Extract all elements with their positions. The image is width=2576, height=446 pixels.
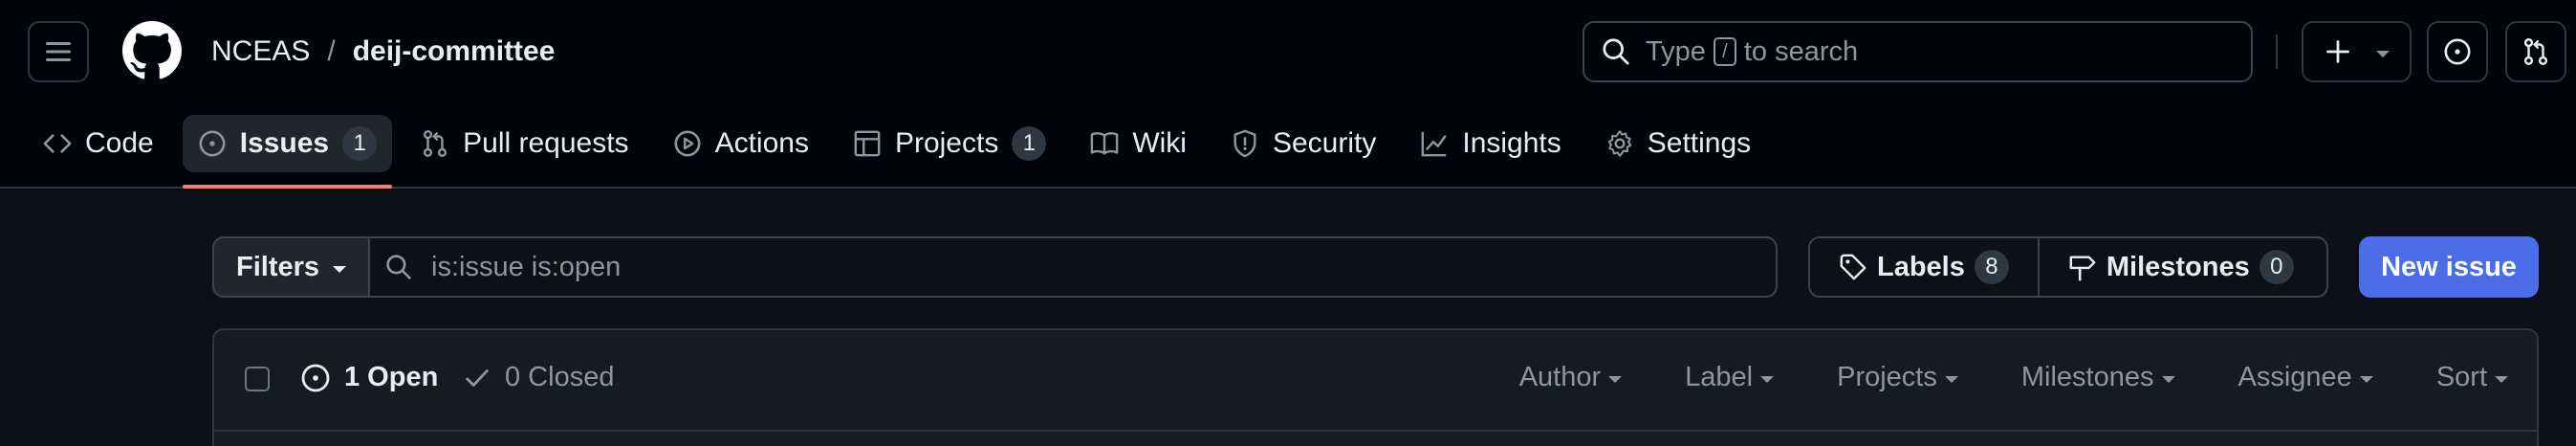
chevron-down-icon: [2161, 376, 2175, 383]
closed-count-label: 0 Closed: [505, 362, 615, 392]
search-icon: [1603, 38, 1629, 65]
tab-label: Pull requests: [463, 127, 629, 159]
search-shortcut-key: /: [1713, 37, 1736, 66]
new-issue-button[interactable]: New issue: [2359, 236, 2539, 298]
label-filter-label: Label: [1685, 362, 1754, 392]
issue-filter-input[interactable]: [431, 251, 1674, 283]
tab-issues[interactable]: Issues 1: [182, 115, 393, 189]
sort-dropdown[interactable]: Sort: [2436, 362, 2508, 393]
chevron-down-icon: [333, 265, 347, 273]
closed-issues-toggle[interactable]: 0 Closed: [463, 362, 614, 393]
issues-list-header: 1 Open 0 Closed Author Label Projects Mi…: [214, 330, 2537, 432]
tab-insights[interactable]: Insights: [1405, 115, 1576, 172]
chevron-down-icon: [1944, 376, 1958, 383]
issue-opened-icon: [301, 364, 330, 391]
hamburger-icon: [46, 42, 71, 61]
label-filter[interactable]: Label: [1685, 362, 1775, 393]
assignee-filter-label: Assignee: [2238, 362, 2352, 392]
check-icon: [466, 368, 489, 387]
chevron-down-icon: [2359, 376, 2373, 383]
git-pull-request-icon: [2523, 38, 2548, 65]
chevron-down-icon: [1760, 376, 1775, 383]
tag-icon: [1840, 254, 1867, 280]
assignee-filter[interactable]: Assignee: [2238, 362, 2373, 393]
tab-counter: 1: [342, 126, 378, 161]
graph-icon: [1421, 131, 1447, 157]
issues-list: 1 Open 0 Closed Author Label Projects Mi…: [212, 328, 2539, 446]
chevron-down-icon: [2495, 376, 2508, 383]
select-all-checkbox[interactable]: [245, 367, 270, 391]
author-filter[interactable]: Author: [1518, 362, 1623, 393]
tab-code[interactable]: Code: [28, 115, 169, 172]
git-pull-request-icon: [424, 130, 448, 157]
header-divider: [2276, 34, 2278, 69]
shield-icon: [1233, 129, 1256, 158]
create-new-button[interactable]: [2302, 21, 2412, 82]
milestone-icon: [2069, 256, 2096, 281]
milestones-button[interactable]: Milestones 0: [2037, 238, 2323, 296]
tab-label: Settings: [1647, 127, 1752, 159]
labels-counter: 8: [1974, 250, 2009, 284]
tab-security[interactable]: Security: [1215, 115, 1391, 172]
issue-opened-icon: [2444, 38, 2471, 65]
sort-label: Sort: [2435, 362, 2487, 392]
menu-button[interactable]: [28, 21, 89, 82]
issue-sort-filters: Author Label Projects Milestones Assigne…: [1519, 362, 2508, 393]
tab-settings[interactable]: Settings: [1590, 115, 1766, 172]
tab-label: Code: [85, 127, 154, 159]
tab-label: Wiki: [1132, 127, 1187, 159]
github-logo-icon[interactable]: [122, 21, 182, 80]
breadcrumb-separator: /: [327, 35, 336, 67]
labels-button[interactable]: Labels 8: [1810, 238, 2038, 296]
author-filter-label: Author: [1518, 362, 1602, 392]
tab-pull-requests[interactable]: Pull requests: [405, 115, 644, 172]
chevron-down-icon: [1608, 376, 1623, 383]
pull-requests-shortcut-button[interactable]: [2505, 21, 2566, 82]
breadcrumb-owner[interactable]: NCEAS: [211, 35, 310, 68]
breadcrumb-repo[interactable]: deij-committee: [353, 35, 556, 68]
issue-filter-field[interactable]: [368, 236, 1778, 298]
labels-milestones-group: Labels 8 Milestones 0: [1808, 236, 2328, 298]
search-suffix-text: to search: [1743, 35, 1859, 67]
milestones-filter-label: Milestones: [2020, 362, 2154, 392]
open-count-label: 1 Open: [344, 362, 439, 392]
milestones-label: Milestones: [2106, 251, 2250, 282]
chevron-down-icon: [2375, 50, 2390, 57]
milestones-counter: 0: [2259, 250, 2294, 284]
play-icon: [674, 130, 701, 157]
projects-filter[interactable]: Projects: [1837, 362, 1958, 393]
plus-icon: [2325, 40, 2349, 63]
search-prefix-text: Type: [1646, 35, 1706, 67]
tab-label: Actions: [714, 127, 809, 159]
tab-projects[interactable]: Projects 1: [838, 115, 1061, 172]
issues-shortcut-button[interactable]: [2427, 21, 2488, 82]
tab-label: Security: [1272, 127, 1377, 159]
table-icon: [854, 130, 881, 157]
search-icon: [386, 255, 411, 279]
code-icon: [43, 134, 72, 153]
tab-actions[interactable]: Actions: [658, 115, 824, 172]
global-search-input[interactable]: Type / to search: [1583, 21, 2253, 82]
tab-label: Projects: [894, 127, 999, 159]
issue-opened-icon: [199, 130, 226, 157]
milestones-filter[interactable]: Milestones: [2021, 362, 2175, 393]
global-header: NCEAS / deij-committee Type / to search: [0, 0, 2576, 189]
tab-label: Issues: [239, 127, 330, 159]
filters-label: Filters: [235, 251, 320, 282]
filters-dropdown-button[interactable]: Filters: [212, 236, 370, 298]
tab-label: Insights: [1462, 127, 1561, 159]
breadcrumb: NCEAS / deij-committee: [211, 31, 555, 73]
projects-filter-label: Projects: [1837, 362, 1937, 392]
open-issues-toggle[interactable]: 1 Open: [300, 362, 438, 393]
tab-wiki[interactable]: Wiki: [1075, 115, 1202, 172]
repo-tab-nav: Code Issues 1 Pull requests Actions Proj…: [28, 115, 1779, 189]
gear-icon: [1607, 130, 1632, 157]
labels-label: Labels: [1877, 251, 1965, 282]
book-icon: [1090, 132, 1119, 155]
tab-counter: 1: [1012, 126, 1047, 161]
